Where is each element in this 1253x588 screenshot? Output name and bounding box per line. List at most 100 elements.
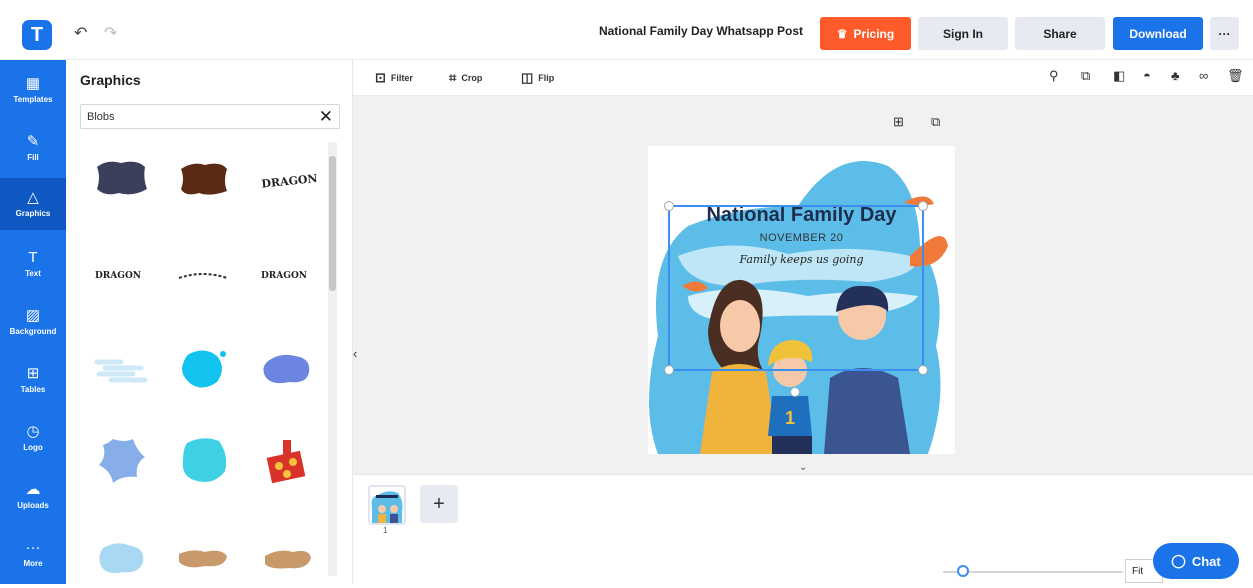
graphic-tile[interactable]: DRAGON xyxy=(252,148,322,208)
redo-icon[interactable]: ↷ xyxy=(104,23,117,43)
graphic-tile[interactable] xyxy=(252,528,322,588)
graphic-tile[interactable] xyxy=(168,244,238,304)
graphic-tile[interactable] xyxy=(86,338,156,398)
tan-blob-graphic xyxy=(265,550,311,569)
canvas-area: ‹ ⊞ ⧉ National Family Day NOVEMBER 20 Fa… xyxy=(353,96,1253,474)
sidebar-item-graphics[interactable]: △ Graphics xyxy=(0,178,66,230)
add-page-button[interactable]: + xyxy=(420,485,458,523)
sidebar-item-templates[interactable]: ▦ Templates xyxy=(0,64,66,116)
logo-icon: ◷ xyxy=(26,423,40,440)
app-logo[interactable]: T xyxy=(22,20,52,50)
top-bar: T ↶ ↷ National Family Day Whatsapp Post … xyxy=(0,0,1253,60)
copy-icon[interactable]: ⧉ xyxy=(1081,68,1090,84)
sidebar-item-logo[interactable]: ◷ Logo xyxy=(0,412,66,464)
dark-brush-graphic xyxy=(97,161,147,195)
layer-icon[interactable]: ◧ xyxy=(1113,68,1125,84)
rotate-handle[interactable] xyxy=(790,387,800,397)
graphic-tile[interactable] xyxy=(168,338,238,398)
page-number: 1 xyxy=(383,526,388,535)
crop-icon: ⌗ xyxy=(449,70,457,85)
jersey-number: 1 xyxy=(785,408,796,428)
filter-icon: ⊡ xyxy=(375,70,386,85)
graphics-panel: Graphics Blobs ✕ DRAGON DRAGON DRAGON xyxy=(66,60,353,584)
chat-bubble-icon: ◯ xyxy=(1171,553,1186,568)
panel-title: Graphics xyxy=(80,72,141,88)
graphic-tile[interactable] xyxy=(252,338,322,398)
graphic-tile[interactable] xyxy=(86,148,156,208)
arched-text-graphic xyxy=(178,273,228,279)
cloud-blob-graphic xyxy=(94,359,148,383)
share-button[interactable]: Share xyxy=(1015,17,1105,50)
sidebar-item-fill[interactable]: ✎ Fill xyxy=(0,122,66,174)
crop-button[interactable]: ⌗ Crop xyxy=(449,70,482,86)
svg-text:DRAGON: DRAGON xyxy=(261,271,307,281)
gift-sticker-graphic xyxy=(266,440,306,484)
opacity-icon[interactable]: ◓ xyxy=(1143,68,1151,83)
svg-text:DRAGON: DRAGON xyxy=(261,172,317,191)
more-icon: ··· xyxy=(25,539,41,556)
cyan-blob-graphic xyxy=(182,350,226,388)
graphic-tile[interactable] xyxy=(86,430,156,490)
sign-in-button[interactable]: Sign In xyxy=(918,17,1008,50)
light-blue-blob-graphic xyxy=(99,439,145,483)
clear-search-icon[interactable]: ✕ xyxy=(319,107,333,127)
graphic-tile[interactable] xyxy=(252,430,322,490)
undo-icon[interactable]: ↶ xyxy=(74,23,87,43)
chevron-down-icon[interactable]: ⌄ xyxy=(799,462,807,473)
sidebar-item-tables[interactable]: ⊞ Tables xyxy=(0,354,66,406)
collapse-panel-icon[interactable]: ‹ xyxy=(353,346,363,374)
blue-blob-graphic xyxy=(263,354,310,384)
document-title[interactable]: National Family Day Whatsapp Post xyxy=(596,24,806,38)
pencil-icon: ✎ xyxy=(26,133,40,150)
turquoise-blob-graphic xyxy=(182,438,227,482)
page-thumbnail[interactable] xyxy=(368,485,406,525)
resize-handle[interactable] xyxy=(918,365,928,375)
flip-button[interactable]: ◫ Flip xyxy=(521,70,554,86)
resize-handle[interactable] xyxy=(664,365,674,375)
crown-icon: ♛ xyxy=(836,26,848,41)
resize-handle[interactable] xyxy=(918,201,928,211)
graphic-tile[interactable]: DRAGON xyxy=(252,244,322,304)
page-strip: 1 + Fit xyxy=(353,474,1253,584)
table-icon: ⊞ xyxy=(26,365,40,382)
filter-button[interactable]: ⊡ Filter xyxy=(375,70,413,86)
scroll-thumb[interactable] xyxy=(329,156,336,291)
graphic-tile[interactable] xyxy=(86,528,156,588)
upload-cloud-icon: ☁ xyxy=(25,481,41,498)
download-button[interactable]: Download xyxy=(1113,17,1203,50)
templates-icon: ▦ xyxy=(25,75,41,92)
pricing-button[interactable]: ♛ Pricing xyxy=(820,17,911,50)
more-options-button[interactable]: ··· xyxy=(1210,17,1239,50)
add-page-icon[interactable]: ⊞ xyxy=(893,114,904,130)
sidebar-item-background[interactable]: ▨ Background xyxy=(0,296,66,348)
graphic-tile[interactable] xyxy=(168,528,238,588)
chat-button[interactable]: ◯ Chat xyxy=(1153,543,1239,579)
graphic-tile[interactable] xyxy=(168,148,238,208)
search-input[interactable]: Blobs ✕ xyxy=(80,104,340,129)
sidebar-item-text[interactable]: T Text xyxy=(0,238,66,290)
sidebar-item-uploads[interactable]: ☁ Uploads xyxy=(0,470,66,522)
panel-scrollbar[interactable] xyxy=(328,142,337,576)
graphic-tile[interactable] xyxy=(168,430,238,490)
resize-handle[interactable] xyxy=(664,201,674,211)
selection-box[interactable] xyxy=(664,201,928,397)
paint-roller-icon[interactable]: ⚲ xyxy=(1049,68,1059,84)
tan-blob-graphic xyxy=(179,550,227,568)
dragon-text-graphic: DRAGON xyxy=(261,172,317,191)
sky-blob-graphic xyxy=(99,543,144,574)
graphic-tile[interactable]: DRAGON xyxy=(86,244,156,304)
background-icon: ▨ xyxy=(25,307,41,324)
duplicate-page-icon[interactable]: ⧉ xyxy=(931,114,940,130)
edit-toolbar: ⊡ Filter ⌗ Crop ◫ Flip ⚲ ⧉ ◧ ◓ ♣ ∞ 🗑 xyxy=(353,60,1253,96)
svg-text:DRAGON: DRAGON xyxy=(95,271,141,281)
sidebar-item-more[interactable]: ··· More xyxy=(0,528,66,580)
flip-icon: ◫ xyxy=(521,70,534,85)
design-canvas[interactable]: National Family Day NOVEMBER 20 Family k… xyxy=(648,146,955,454)
brown-brush-graphic xyxy=(181,163,227,195)
text-icon: T xyxy=(28,249,38,266)
link-icon[interactable]: ∞ xyxy=(1199,68,1208,83)
align-icon[interactable]: ♣ xyxy=(1171,68,1180,83)
trash-icon[interactable]: 🗑 xyxy=(1227,68,1244,84)
zoom-slider-thumb[interactable] xyxy=(957,565,969,577)
zoom-slider[interactable] xyxy=(943,571,1123,573)
